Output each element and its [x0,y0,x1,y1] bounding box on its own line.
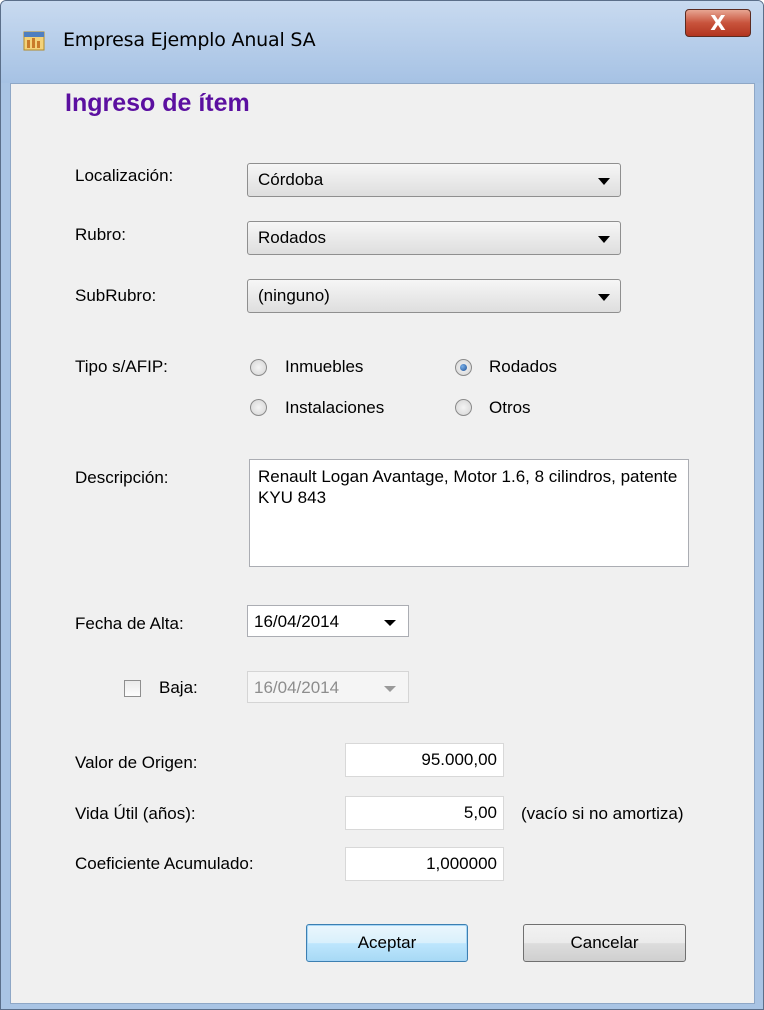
radio-otros[interactable] [455,399,472,416]
accept-button[interactable]: Aceptar [306,924,468,962]
subrubro-value: (ninguno) [258,286,330,305]
baja-checkbox[interactable] [124,680,141,697]
valor-origen-label: Valor de Origen: [75,753,198,772]
descripcion-label: Descripción: [75,468,169,487]
vida-util-label: Vida Útil (años): [75,804,196,823]
title-bar[interactable]: Empresa Ejemplo Anual SA X [1,1,763,83]
localizacion-value: Córdoba [258,170,324,189]
baja-date-picker: 16/04/2014 [247,671,409,703]
descripcion-textarea[interactable]: Renault Logan Avantage, Motor 1.6, 8 cil… [249,459,689,567]
tipo-label: Tipo s/AFIP: [75,357,168,376]
dialog-window: Empresa Ejemplo Anual SA X Ingreso de ít… [0,0,764,1010]
coeficiente-input[interactable]: 1,000000 [345,847,504,881]
subrubro-combo[interactable]: (ninguno) [247,279,621,313]
window-title: Empresa Ejemplo Anual SA [63,29,316,51]
coeficiente-label: Coeficiente Acumulado: [75,854,254,873]
radio-inmuebles-label[interactable]: Inmuebles [285,357,363,377]
localizacion-combo[interactable]: Córdoba [247,163,621,197]
fecha-alta-picker[interactable]: 16/04/2014 [247,605,409,637]
baja-date-value: 16/04/2014 [254,678,340,697]
radio-otros-label[interactable]: Otros [489,398,531,418]
fecha-alta-label: Fecha de Alta: [75,614,184,633]
vida-util-input[interactable]: 5,00 [345,796,504,830]
chevron-down-icon [384,686,396,692]
close-button[interactable]: X [685,9,751,37]
radio-instalaciones[interactable] [250,399,267,416]
vida-util-hint: (vacío si no amortiza) [521,804,684,823]
rubro-combo[interactable]: Rodados [247,221,621,255]
chevron-down-icon [384,620,396,626]
form-title: Ingreso de ítem [65,89,250,117]
app-icon [23,31,45,51]
valor-origen-input[interactable]: 95.000,00 [345,743,504,777]
close-icon: X [710,11,726,35]
radio-rodados-label[interactable]: Rodados [489,357,557,377]
radio-inmuebles[interactable] [250,359,267,376]
chevron-down-icon [598,236,610,243]
subrubro-label: SubRubro: [75,286,157,305]
rubro-value: Rodados [258,228,327,247]
fecha-alta-value: 16/04/2014 [254,612,340,631]
radio-instalaciones-label[interactable]: Instalaciones [285,398,384,418]
radio-rodados[interactable] [455,359,472,376]
baja-label[interactable]: Baja: [159,678,198,698]
rubro-label: Rubro: [75,225,127,244]
chevron-down-icon [598,294,610,301]
chevron-down-icon [598,178,610,185]
localizacion-label: Localización: [75,166,174,185]
cancel-button[interactable]: Cancelar [523,924,686,962]
